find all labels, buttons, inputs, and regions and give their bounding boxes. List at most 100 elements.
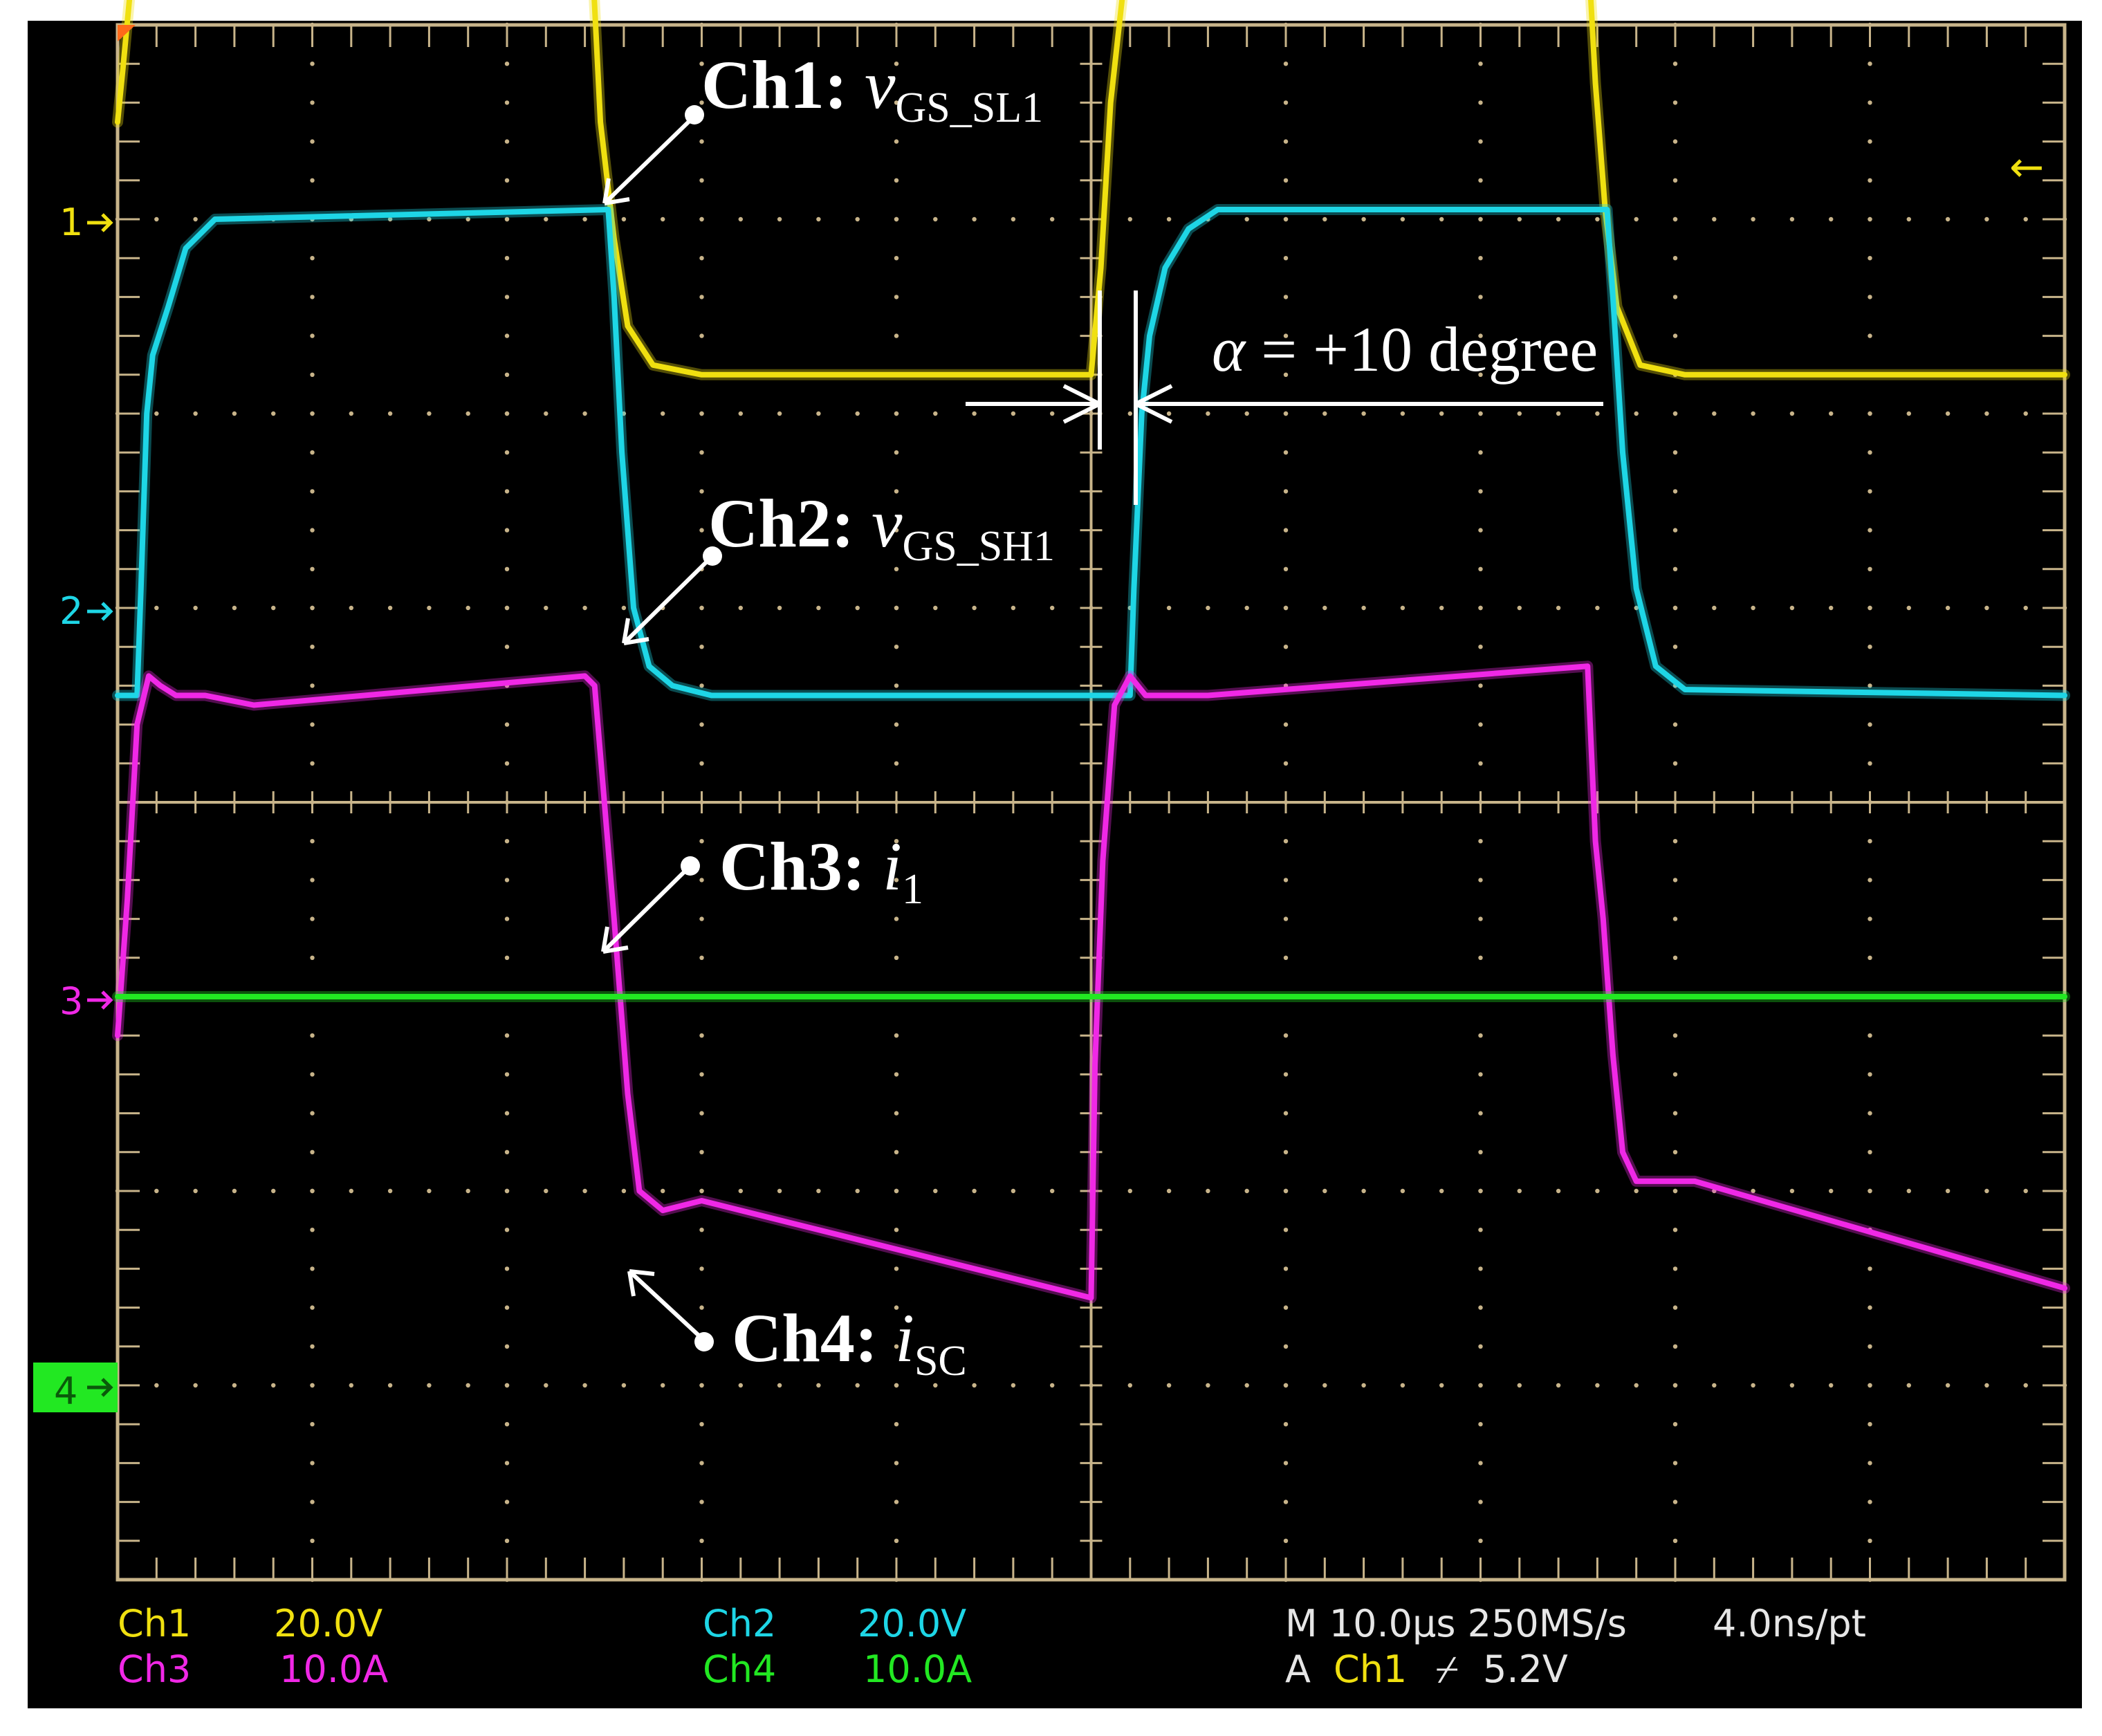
graticule-dot: [1789, 411, 1795, 416]
graticule-dot: [1595, 411, 1600, 416]
graticule-dot: [1712, 1383, 1717, 1388]
graticule-dot: [1283, 916, 1289, 921]
graticule-dot: [310, 605, 315, 611]
graticule-dot: [699, 645, 704, 649]
graticule-dot: [310, 1422, 315, 1427]
graticule-dot: [1672, 62, 1678, 66]
graticule-dot: [310, 1149, 315, 1155]
graticule-dot: [1478, 645, 1483, 649]
graticule-dot: [855, 1383, 860, 1388]
graticule-dot: [1672, 1188, 1678, 1194]
graticule-dot: [699, 1072, 704, 1077]
graticule-dot: [1283, 1383, 1289, 1388]
readout-trigger-source: Ch1: [1334, 1647, 1407, 1691]
graticule-dot: [1868, 489, 1872, 494]
graticule-dot: [699, 528, 704, 533]
graticule-dot: [1478, 1228, 1483, 1232]
graticule-dot: [1478, 722, 1483, 727]
graticule-dot: [1672, 1033, 1678, 1038]
graticule-dot: [1283, 955, 1289, 961]
graticule-dot: [1283, 489, 1289, 494]
graticule-dot: [1868, 333, 1872, 338]
graticule-dot: [972, 411, 977, 416]
graticule-dot: [310, 645, 315, 649]
graticule-dot: [1283, 722, 1289, 727]
graticule-dot: [699, 1305, 704, 1310]
graticule-dot: [1166, 1188, 1172, 1194]
ch1-annotation-sub: GS_SL1: [896, 84, 1044, 131]
graticule-dot: [699, 761, 704, 766]
graticule-dot: [1672, 1538, 1678, 1543]
graticule-dot: [1751, 216, 1755, 222]
graticule-dot: [310, 955, 315, 961]
graticule-dot: [699, 216, 704, 222]
graticule-dot: [310, 566, 315, 571]
graticule-dot: [699, 489, 704, 494]
graticule-dot: [1206, 1383, 1210, 1388]
graticule-dot: [310, 1111, 315, 1116]
graticule-dot: [387, 1188, 393, 1194]
graticule-dot: [232, 411, 237, 416]
graticule-dot: [1478, 1266, 1483, 1271]
graticule-dot: [310, 1344, 315, 1349]
graticule-dot: [1478, 62, 1483, 66]
graticule-dot: [582, 605, 587, 611]
graticule-dot: [855, 1188, 860, 1194]
graticule-dot: [1672, 1111, 1678, 1116]
graticule-dot: [1283, 1188, 1289, 1194]
graticule-dot: [699, 1149, 704, 1155]
graticule-dot: [154, 216, 159, 222]
graticule-dot: [1361, 411, 1366, 416]
graticule-dot: [1400, 411, 1405, 416]
graticule-dot: [154, 1383, 159, 1388]
graticule-dot: [1050, 216, 1055, 222]
graticule-dot: [1283, 139, 1289, 144]
graticule-dot: [894, 566, 899, 571]
graticule-dot: [1517, 1188, 1522, 1194]
graticule-dot: [232, 1188, 237, 1194]
graticule-dot: [1672, 916, 1678, 921]
graticule-dot: [1868, 878, 1872, 883]
graticule-dot: [1011, 1383, 1016, 1388]
readout-trigger-level: 5.2V: [1483, 1647, 1568, 1691]
graticule-dot: [855, 216, 860, 222]
graticule-dot: [933, 1188, 938, 1194]
graticule-dot: [1478, 1461, 1483, 1466]
graticule-dot: [504, 528, 510, 533]
graticule-dot: [387, 1383, 393, 1388]
graticule-dot: [1672, 955, 1678, 961]
graticule-dot: [193, 1188, 198, 1194]
graticule-dot: [310, 62, 315, 66]
graticule-dot: [894, 722, 899, 727]
graticule-dot: [1906, 1383, 1911, 1388]
graticule-dot: [504, 1538, 510, 1543]
graticule-dot: [1478, 295, 1483, 299]
graticule-dot: [1634, 216, 1639, 222]
graticule-dot: [1672, 139, 1678, 144]
graticule-dot: [504, 1072, 510, 1077]
graticule-dot: [1945, 1188, 1951, 1194]
graticule-dot: [1283, 878, 1289, 883]
graticule-dot: [582, 411, 587, 416]
graticule-dot: [699, 178, 704, 183]
graticule-dot: [1244, 605, 1249, 611]
graticule-dot: [894, 761, 899, 766]
graticule-dot: [504, 839, 510, 844]
graticule-dot: [544, 1383, 548, 1388]
graticule-dot: [1789, 605, 1795, 611]
graticule-dot: [894, 1499, 899, 1504]
graticule-dot: [1478, 1149, 1483, 1155]
graticule-dot: [894, 1538, 899, 1543]
graticule-dot: [2023, 1188, 2028, 1194]
graticule-dot: [1984, 411, 1989, 416]
graticule-dot: [1829, 216, 1834, 222]
graticule-dot: [621, 1188, 627, 1194]
graticule-dot: [1283, 450, 1289, 455]
graticule-dot: [894, 295, 899, 299]
graticule-dot: [504, 645, 510, 649]
graticule-dot: [310, 1188, 315, 1194]
graticule-dot: [504, 566, 510, 571]
graticule-dot: [699, 333, 704, 338]
graticule-dot: [1672, 216, 1678, 222]
graticule-dot: [310, 450, 315, 455]
